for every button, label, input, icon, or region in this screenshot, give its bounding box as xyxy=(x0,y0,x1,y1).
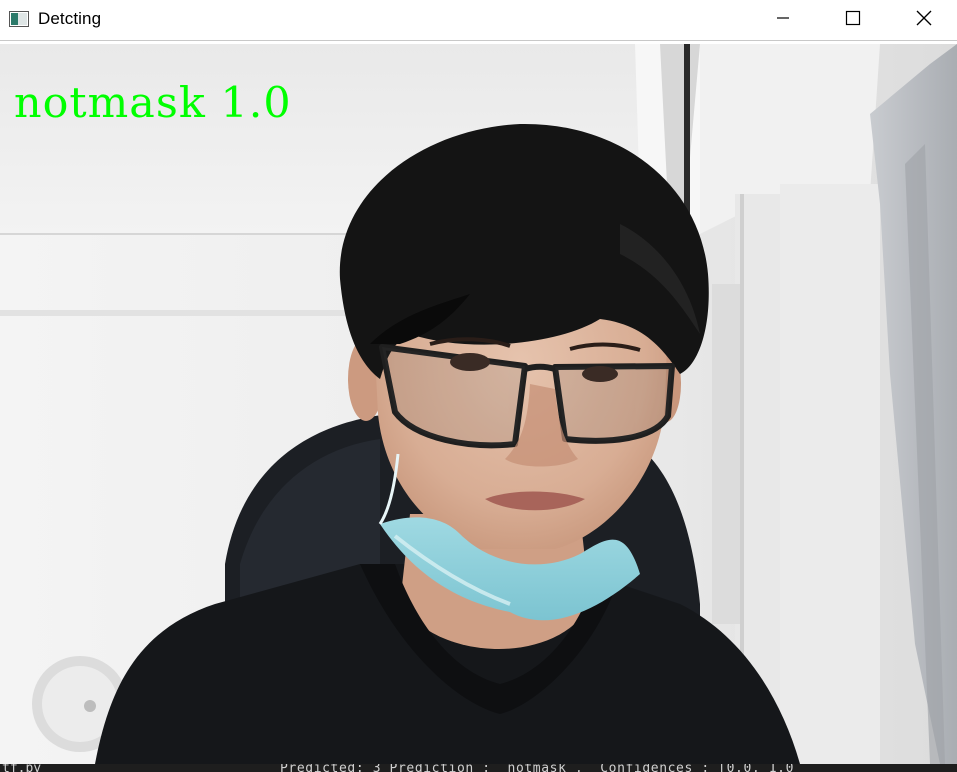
camera-frame: notmask 1.0 xyxy=(0,44,957,764)
console-left-fragment: tf.py xyxy=(2,764,42,772)
app-window-icon xyxy=(9,11,29,27)
console-output-strip: tf.py Predicted: 3 Prediction : notmask … xyxy=(0,764,957,772)
close-icon xyxy=(916,10,932,31)
minimize-button[interactable] xyxy=(760,0,806,40)
console-prediction-line: Predicted: 3 Prediction : notmask , Conf… xyxy=(280,764,795,772)
maximize-button[interactable] xyxy=(830,0,876,40)
window: Detcting notmask 1.0 tf.py Predicted: 3 … xyxy=(0,0,957,772)
title-bar[interactable]: Detcting xyxy=(0,0,957,41)
window-title: Detcting xyxy=(38,9,102,28)
detection-label: notmask 1.0 xyxy=(14,78,292,127)
close-button[interactable] xyxy=(901,0,947,40)
minimize-icon xyxy=(776,11,790,30)
maximize-icon xyxy=(845,10,861,31)
webcam-image xyxy=(0,44,957,764)
